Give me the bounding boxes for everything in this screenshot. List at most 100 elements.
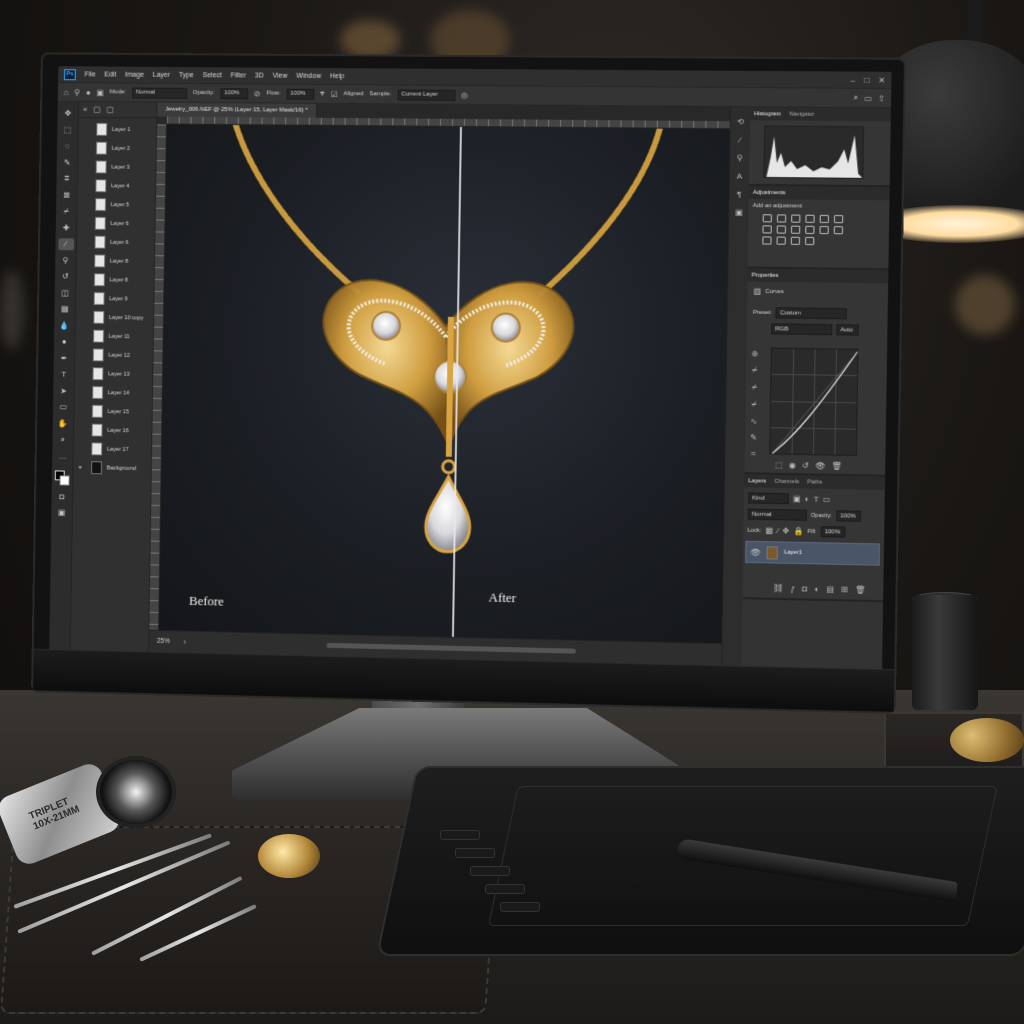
tab-paths[interactable]: Paths	[807, 479, 822, 485]
collapse-icon[interactable]: «	[83, 105, 87, 114]
path-select-tool-icon[interactable]: ➤	[60, 385, 67, 397]
menu-file[interactable]: File	[84, 71, 95, 78]
tab-layers[interactable]: Layers	[748, 478, 766, 484]
layer-visibility-icon[interactable]: 👁	[750, 547, 760, 556]
layer-opacity-field[interactable]: 100%	[835, 510, 861, 522]
layer-row[interactable]: Layer 17	[74, 439, 152, 459]
brush-preset-icon[interactable]: ●	[86, 88, 91, 97]
filter-shape-icon[interactable]: ▭	[823, 495, 831, 504]
brightness-icon[interactable]	[762, 214, 772, 223]
zoom-level[interactable]: 25%	[157, 638, 170, 645]
dodge-tool-icon[interactable]: ●	[62, 336, 67, 348]
layer-row[interactable]: Layer 8	[76, 270, 154, 290]
new-layer-icon[interactable]: ⊞	[841, 585, 848, 594]
background-color-swatch[interactable]	[59, 475, 70, 486]
layer-row[interactable]: Layer 11	[75, 326, 153, 346]
reset-icon[interactable]: ↺	[802, 461, 809, 470]
ignore-adjustment-icon[interactable]: ◎	[461, 90, 468, 99]
color-lookup-icon[interactable]	[833, 226, 844, 235]
invert-icon[interactable]	[762, 236, 772, 245]
opacity-field[interactable]: 100%	[220, 87, 249, 99]
tab-adjustments[interactable]: Adjustments	[753, 189, 786, 195]
layer-row[interactable]: Layer 10 copy	[76, 308, 154, 328]
move-tool-icon[interactable]: ✥	[64, 108, 71, 120]
threshold-icon[interactable]	[790, 236, 801, 245]
gradient-map-icon[interactable]	[833, 215, 844, 224]
menu-view[interactable]: View	[273, 72, 288, 79]
clone-stamp-icon[interactable]: ⚲	[74, 88, 80, 97]
color-balance-icon[interactable]	[776, 225, 786, 234]
menu-select[interactable]: Select	[203, 72, 222, 79]
lock-position-icon[interactable]: ✥	[782, 526, 789, 535]
lock-transparent-icon[interactable]: ▦	[765, 526, 773, 535]
vibrance-icon[interactable]	[819, 214, 829, 224]
layer-link-icon[interactable]: ▢	[106, 105, 114, 114]
close-icon[interactable]: ✕	[878, 75, 885, 84]
auto-button[interactable]: Auto	[836, 324, 859, 336]
layer-row[interactable]: Layer 16	[74, 420, 152, 440]
hand-tool-icon[interactable]: ✋	[58, 418, 68, 430]
fx-icon[interactable]: ƒ	[791, 584, 796, 593]
clone-source-icon[interactable]: ⚲	[737, 153, 743, 162]
menu-3d[interactable]: 3D	[255, 72, 264, 79]
layer-row[interactable]: Layer 14	[75, 383, 153, 403]
filter-adjust-icon[interactable]: ◐	[805, 494, 810, 503]
view-previous-icon[interactable]: ◉	[789, 461, 796, 470]
selected-layer-row[interactable]: 👁 Layer1	[745, 540, 880, 566]
quick-select-tool-icon[interactable]: ✎	[64, 157, 71, 169]
visibility-icon[interactable]: 👁	[815, 461, 825, 470]
layer-row[interactable]: Layer 13	[75, 364, 153, 384]
menu-image[interactable]: Image	[125, 71, 144, 78]
kind-filter-dropdown[interactable]: Kind	[748, 492, 789, 505]
glyphs-panel-icon[interactable]: ▣	[735, 208, 743, 217]
new-adjustment-icon[interactable]: ◐	[814, 585, 819, 594]
smooth-curve-icon[interactable]: ≈	[751, 449, 756, 458]
filter-pixel-icon[interactable]: ▣	[793, 494, 801, 503]
zoom-tool-icon[interactable]: ⌕	[60, 434, 66, 446]
trash-icon[interactable]: 🗑	[855, 585, 866, 594]
paragraph-panel-icon[interactable]: ¶	[737, 190, 742, 199]
type-tool-icon[interactable]: T	[61, 369, 66, 381]
layer-row[interactable]: Layer 5	[77, 195, 155, 215]
hue-saturation-icon[interactable]	[762, 225, 772, 234]
layer-row[interactable]: Layer 6	[77, 214, 155, 234]
layer-row[interactable]: Layer 12	[75, 345, 153, 365]
target-adjust-icon[interactable]: ⊕	[751, 349, 758, 358]
pressure-opacity-icon[interactable]: ⊘	[254, 89, 261, 98]
channel-mixer-icon[interactable]	[819, 225, 829, 235]
tab-properties[interactable]: Properties	[752, 272, 779, 278]
draw-curve-icon[interactable]: ✎	[750, 433, 757, 442]
history-panel-icon[interactable]: ⟲	[737, 117, 744, 126]
layer-row[interactable]: Layer 6	[77, 233, 155, 253]
layer-row[interactable]: Layer 3	[78, 157, 156, 177]
lasso-tool-icon[interactable]: ◌	[65, 140, 70, 152]
tab-channels[interactable]: Channels	[774, 478, 799, 485]
layer-row[interactable]: Layer 2	[78, 139, 156, 159]
photo-filter-icon[interactable]	[805, 225, 815, 234]
link-layers-icon[interactable]: ⛓	[773, 584, 783, 593]
color-swatches[interactable]	[54, 470, 70, 486]
status-arrow-icon[interactable]: ›	[183, 637, 186, 646]
edit-points-icon[interactable]: ∿	[750, 417, 757, 426]
image-canvas[interactable]: Before After	[159, 124, 730, 644]
healing-tool-icon[interactable]: ✚	[63, 222, 70, 234]
gray-point-eyedropper-icon[interactable]: ⌿	[752, 383, 757, 393]
gradient-tool-icon[interactable]: ▦	[61, 303, 69, 315]
quick-mask-icon[interactable]: ◘	[59, 491, 64, 503]
preset-dropdown[interactable]: Custom	[775, 307, 848, 320]
black-point-eyedropper-icon[interactable]: ⌿	[752, 365, 757, 375]
new-group-icon[interactable]: ▤	[826, 585, 834, 594]
menu-filter[interactable]: Filter	[231, 72, 246, 79]
layer-row[interactable]: Layer 9	[76, 289, 154, 309]
levels-icon[interactable]	[776, 214, 787, 223]
shape-tool-icon[interactable]: ▭	[59, 401, 68, 413]
home-icon[interactable]: ⌂	[64, 88, 69, 97]
exposure-icon[interactable]	[805, 214, 815, 223]
fill-field[interactable]: 100%	[820, 526, 846, 538]
curves-icon[interactable]	[791, 214, 801, 223]
selective-color-icon[interactable]	[805, 236, 815, 246]
clone-stamp-tool-icon[interactable]: ⚲	[63, 255, 69, 267]
frame-tool-icon[interactable]: ⊠	[63, 189, 70, 201]
aligned-checkbox[interactable]: ☑	[330, 89, 337, 98]
white-point-eyedropper-icon[interactable]: ⌿	[752, 400, 757, 410]
